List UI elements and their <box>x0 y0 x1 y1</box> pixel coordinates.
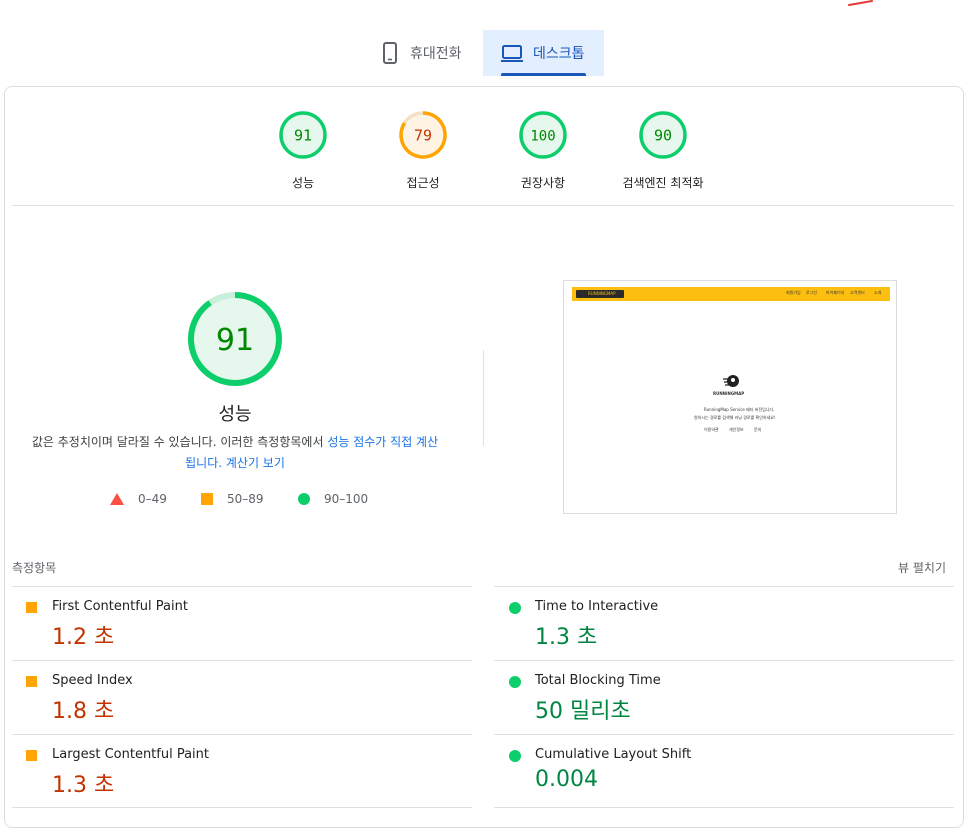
score-gauge: 79 <box>399 111 447 159</box>
thumbnail-text: 개인정보 <box>729 427 744 432</box>
metrics-header: 측정항목 <box>12 561 57 575</box>
thumbnail-text: 이용약관 <box>704 427 719 432</box>
divider <box>12 205 954 206</box>
performance-score: 91 <box>216 323 254 358</box>
expand-view-button[interactable]: 뷰 펼치기 <box>898 559 946 576</box>
category-score: 100 <box>530 129 555 145</box>
average-square-icon <box>26 676 37 687</box>
calculator-link[interactable]: 계산기 보기 <box>226 456 285 470</box>
category-gauge-accessibility[interactable]: 79 접근성 <box>363 110 483 191</box>
thumbnail-logo: RUNNINGMAP <box>576 290 624 298</box>
tab-active-indicator <box>501 73 586 76</box>
pass-circle-icon <box>509 602 521 614</box>
thumbnail-text: RunningMap Service 베타 버전입니다. <box>704 407 775 412</box>
metric-value: 1.8 초 <box>52 699 115 724</box>
pass-circle-icon <box>509 676 521 688</box>
metric-name: First Contentful Paint <box>52 599 188 614</box>
thumbnail-nav-item: 로그인 <box>806 290 818 295</box>
metric-name: Cumulative Layout Shift <box>535 747 692 762</box>
legend-range: 90–100 <box>324 492 369 506</box>
category-label: 접근성 <box>406 176 440 190</box>
metric-value: 0.004 <box>535 767 598 792</box>
runner-logo-icon <box>723 375 739 387</box>
tab-mobile-label: 휴대전화 <box>410 46 462 62</box>
final-screenshot-thumbnail[interactable]: RUNNINGMAP 회원가입 로그인 마이페이지 고객센터 소개 RUNNIN… <box>563 280 897 514</box>
square-icon <box>201 493 213 505</box>
thumbnail-nav-item: 고객센터 <box>850 290 865 295</box>
thumbnail-brand: RUNNINGMAP <box>588 291 616 296</box>
tab-desktop-label: 데스크톱 <box>533 46 585 62</box>
divider <box>494 807 954 808</box>
legend-pass: 90–100 <box>298 492 368 506</box>
category-gauge-best-practices[interactable]: 100 권장사항 <box>483 110 603 191</box>
metric-name: Total Blocking Time <box>535 673 661 688</box>
tab-mobile[interactable]: 휴대전화 <box>372 30 482 76</box>
thumbnail-nav-item: 마이페이지 <box>826 290 845 295</box>
smartphone-icon <box>383 42 397 64</box>
performance-gauge: 91 <box>187 292 282 386</box>
divider <box>12 734 472 735</box>
metric-name: Time to Interactive <box>535 599 659 614</box>
thumbnail-nav-item: 소개 <box>874 290 882 295</box>
vertical-divider <box>483 350 484 446</box>
category-score: 90 <box>654 127 672 145</box>
circle-icon <box>298 493 310 505</box>
divider <box>494 734 954 735</box>
score-gauge: 90 <box>639 111 687 159</box>
description-text: 값은 추정치이며 달라질 수 있습니다. 이러한 측정항목에서 <box>31 435 328 449</box>
divider <box>12 660 472 661</box>
average-square-icon <box>26 750 37 761</box>
triangle-icon <box>110 493 124 505</box>
score-gauge: 91 <box>279 111 327 159</box>
thumbnail-center-brand: RUNNINGMAP <box>713 391 745 396</box>
legend-fail: 0–49 <box>110 492 167 506</box>
category-score: 91 <box>294 127 312 145</box>
category-gauge-seo[interactable]: 90 검색엔진 최적화 <box>603 110 723 191</box>
performance-title: 성능 <box>218 404 252 425</box>
metric-value: 1.2 초 <box>52 625 115 650</box>
metric-value: 1.3 초 <box>535 625 598 650</box>
red-stroke-mark <box>848 0 873 6</box>
thumbnail-header-bar: RUNNINGMAP 회원가입 로그인 마이페이지 고객센터 소개 <box>572 287 890 301</box>
pass-circle-icon <box>509 750 521 762</box>
tab-desktop[interactable]: 데스크톱 <box>483 30 604 76</box>
metric-value: 1.3 초 <box>52 773 115 798</box>
category-gauge-performance[interactable]: 91 성능 <box>243 110 363 191</box>
thumbnail-text: 문의 <box>754 427 762 432</box>
metric-value: 50 밀리초 <box>535 699 631 724</box>
thumbnail-text: 원하시는 경로를 검색해 러닝 경로를 확인하세요! <box>694 415 776 420</box>
metric-name: Largest Contentful Paint <box>52 747 210 762</box>
divider <box>494 660 954 661</box>
average-square-icon <box>26 602 37 613</box>
metric-name: Speed Index <box>52 673 133 688</box>
score-gauge: 100 <box>519 111 567 159</box>
laptop-icon <box>501 45 523 62</box>
divider <box>494 586 954 587</box>
category-label: 권장사항 <box>520 176 566 190</box>
category-score: 79 <box>414 127 432 145</box>
category-label: 성능 <box>291 176 315 190</box>
divider <box>12 586 472 587</box>
legend-range: 0–49 <box>138 492 167 506</box>
thumbnail-nav-item: 회원가입 <box>786 290 801 295</box>
legend-range: 50–89 <box>227 492 264 506</box>
legend-average: 50–89 <box>201 492 264 506</box>
performance-description: 값은 추정치이며 달라질 수 있습니다. 이러한 측정항목에서 성능 점수가 직… <box>30 432 440 474</box>
divider <box>12 807 472 808</box>
category-label: 검색엔진 최적화 <box>622 176 704 190</box>
